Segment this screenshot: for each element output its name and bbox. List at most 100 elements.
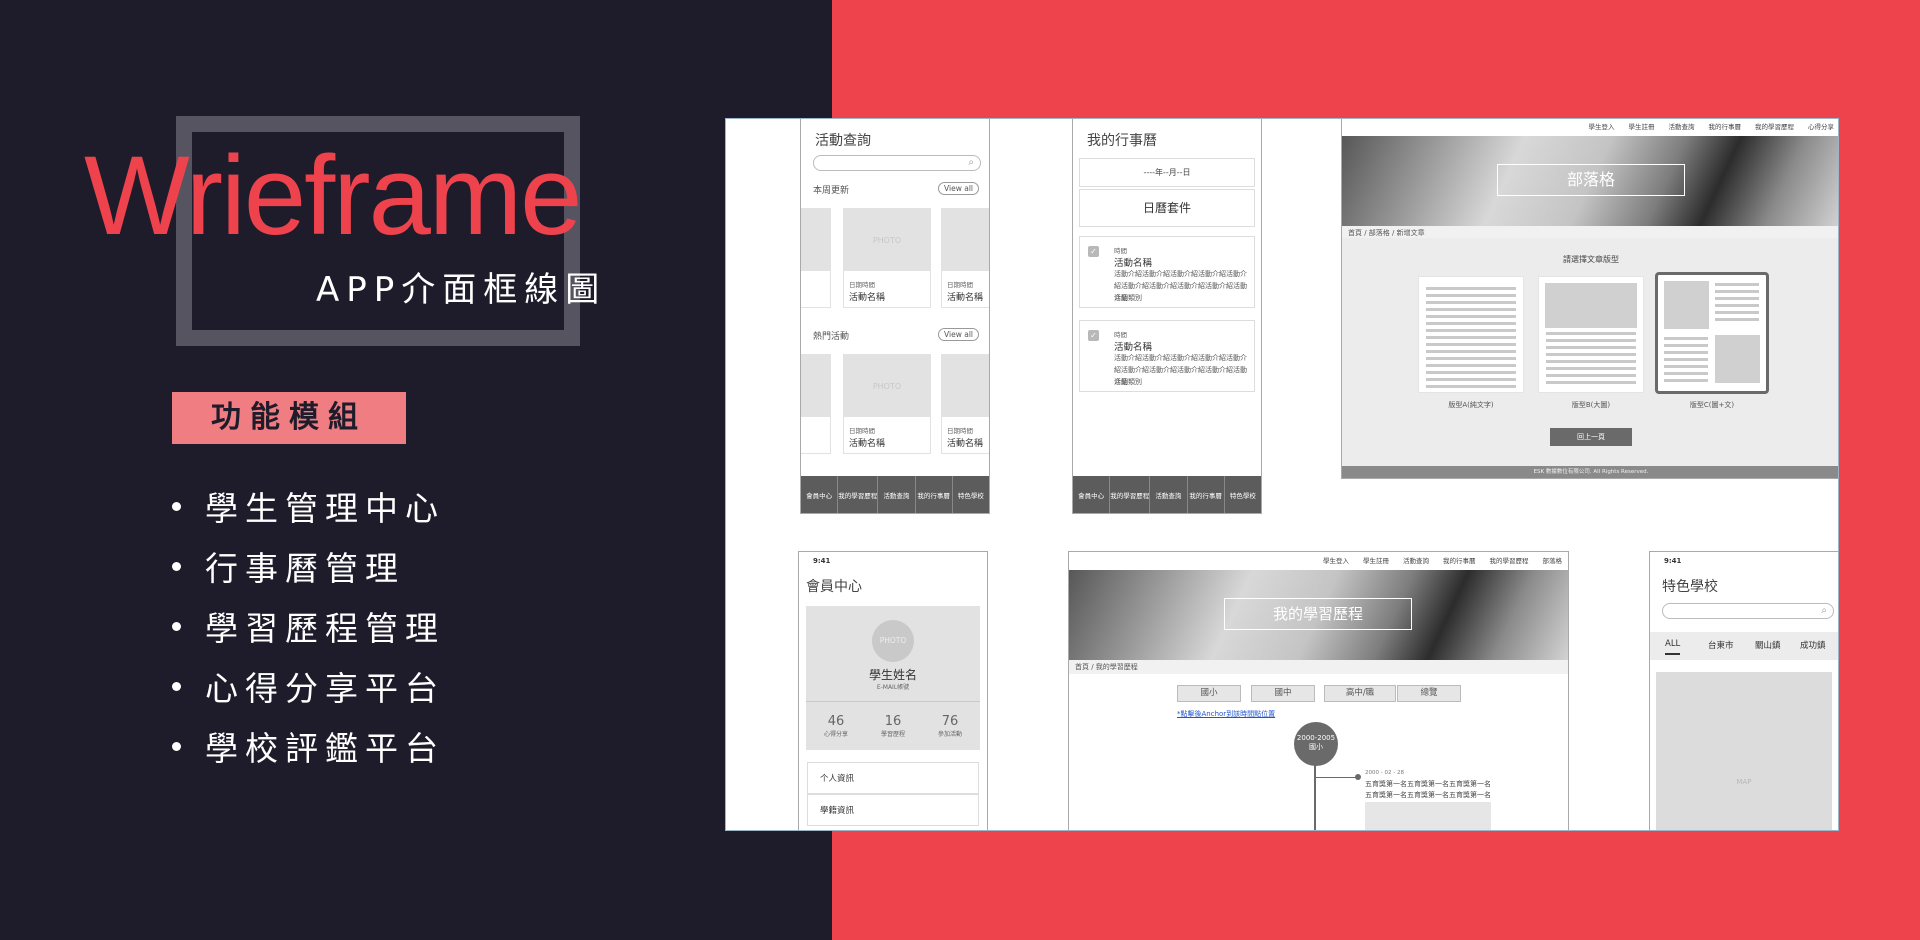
nav-link[interactable]: 我的行事曆 — [1443, 555, 1476, 565]
tab-chenggong[interactable]: 成功鎮 — [1800, 639, 1826, 651]
screen-title: 會員中心 — [806, 579, 862, 595]
event-type: 活動類別 — [1114, 294, 1142, 302]
avatar[interactable]: PHOTO — [872, 620, 914, 662]
bullet-icon — [172, 681, 181, 691]
stat-label: 學習歷程 — [880, 731, 905, 738]
card-name: 活動名稱 — [849, 293, 886, 303]
nav-item[interactable]: 我的行事曆 — [914, 476, 952, 513]
feature-text: 行事曆管理 — [205, 549, 405, 588]
search-icon[interactable]: ⌕ — [968, 157, 974, 168]
nav-link[interactable]: 我的學習歷程 — [1490, 555, 1529, 565]
layout-b-card[interactable] — [1538, 276, 1644, 393]
student-email: E-MAIL帳號 — [876, 684, 910, 691]
nav-item[interactable]: 會員中心 — [801, 476, 837, 513]
feature-item: 心得分享平台 — [172, 656, 445, 716]
stat-label: 參加活動 — [937, 731, 962, 738]
activity-card[interactable] — [801, 354, 831, 454]
feature-item: 學生管理中心 — [172, 476, 445, 536]
nav-link[interactable]: 學生登入 — [1589, 121, 1615, 131]
card-date: 日期時間 — [947, 281, 973, 289]
screen-title: 特色學校 — [1662, 579, 1718, 595]
filter-tag[interactable]: 國中 — [1251, 685, 1315, 702]
anchor-link[interactable]: *點擊後Anchor到該時間點位置 — [1177, 709, 1275, 719]
nav-item[interactable]: 活動查詢 — [1149, 476, 1186, 513]
feature-item: 學校評鑑平台 — [172, 716, 445, 776]
picker-prompt: 請選擇文章版型 — [1563, 255, 1619, 264]
entry-image-placeholder — [1365, 802, 1491, 830]
layout-caption: 版型A(純文字) — [1448, 401, 1494, 409]
node-years: 2000-2005 — [1296, 734, 1336, 742]
nav-item[interactable]: 我的學習歷程 — [837, 476, 877, 513]
search-input[interactable]: ⌕ — [813, 155, 981, 171]
map-placeholder[interactable]: MAP — [1656, 672, 1832, 830]
stat-portfolio[interactable]: 16 學習歷程 — [863, 714, 923, 738]
breadcrumb: 首頁 / 我的學習歷程 — [1069, 660, 1568, 674]
nav-item[interactable]: 活動查詢 — [877, 476, 914, 513]
nav-link[interactable]: 學生註冊 — [1363, 555, 1389, 565]
stat-shares[interactable]: 46 心得分享 — [806, 714, 866, 738]
activity-card[interactable]: 日期時間 活動名稱 — [941, 208, 989, 308]
feature-text: 學習歷程管理 — [205, 609, 445, 648]
nav-link[interactable]: 學生登入 — [1323, 555, 1349, 565]
screen-title: 我的行事曆 — [1087, 133, 1157, 149]
tab-all[interactable]: ALL — [1665, 639, 1681, 655]
entry-date: 2000 - 02 - 28 — [1365, 770, 1404, 776]
section-title: 熱門活動 — [813, 332, 850, 342]
member-screen: 9:41 會員中心 PHOTO 學生姓名 E-MAIL帳號 46 心得分享 16 學… — [798, 551, 988, 830]
stat-activities[interactable]: 76 參加活動 — [920, 714, 980, 738]
filter-tag[interactable]: 總覽 — [1397, 685, 1461, 702]
view-all-link[interactable]: View all — [938, 182, 979, 195]
filter-tag[interactable]: 國小 — [1177, 685, 1241, 702]
wireframe-canvas: 活動查詢 ⌕ 本周更新 View all PHOTO 日期時間 活動名稱 日期時間活… — [725, 118, 1839, 831]
nav-link[interactable]: 活動查詢 — [1669, 121, 1695, 131]
layout-caption: 版型C(圖+文) — [1689, 401, 1735, 409]
view-all-link[interactable]: View all — [938, 328, 979, 341]
feature-text: 學生管理中心 — [205, 489, 445, 528]
activity-card[interactable] — [801, 208, 831, 308]
menu-personal-info[interactable]: 个人資訊 — [807, 762, 979, 794]
bullet-icon — [172, 741, 181, 751]
stat-value: 76 — [941, 714, 959, 729]
layout-a-card[interactable] — [1418, 276, 1524, 393]
check-icon[interactable]: ✓ — [1088, 246, 1099, 257]
stat-value: 46 — [827, 714, 845, 729]
back-button[interactable]: 回上一頁 — [1550, 428, 1632, 446]
nav-link[interactable]: 部落格 — [1543, 555, 1563, 565]
feature-list: 學生管理中心 行事曆管理 學習歷程管理 心得分享平台 學校評鑑平台 — [172, 476, 445, 776]
tab-guanshan[interactable]: 關山鎮 — [1755, 639, 1781, 651]
filter-tag[interactable]: 高中/職 — [1324, 685, 1396, 702]
bottom-nav: 會員中心 我的學習歷程 活動查詢 我的行事曆 特色學校 — [801, 476, 989, 513]
card-name: 活動名稱 — [947, 439, 984, 449]
node-stage: 國小 — [1309, 743, 1323, 751]
nav-link[interactable]: 心得分享 — [1808, 121, 1834, 131]
nav-link[interactable]: 活動查詢 — [1403, 555, 1429, 565]
tab-taitung[interactable]: 台東市 — [1708, 639, 1734, 651]
timeline-dot — [1355, 774, 1361, 780]
nav-link[interactable]: 我的學習歷程 — [1755, 121, 1794, 131]
event-card[interactable]: ✓ 時間 活動名稱 活動介紹活動介紹活動介紹活動介紹活動介紹活動介紹活動介紹活動… — [1079, 236, 1255, 308]
card-name: 活動名稱 — [947, 293, 984, 303]
nav-item[interactable]: 會員中心 — [1073, 476, 1109, 513]
event-time: 時間 — [1114, 331, 1127, 339]
activity-card[interactable]: PHOTO 日期時間 活動名稱 — [843, 354, 931, 454]
nav-item[interactable]: 我的行事曆 — [1186, 476, 1224, 513]
timeline-node[interactable]: 2000-2005 國小 — [1294, 722, 1338, 766]
hero-title: 部落格 — [1497, 164, 1685, 196]
activity-card[interactable]: PHOTO 日期時間 活動名稱 — [843, 208, 931, 308]
main-title: Wrieframe — [84, 133, 582, 258]
event-card[interactable]: ✓ 時間 活動名稱 活動介紹活動介紹活動介紹活動介紹活動介紹活動介紹活動介紹活動… — [1079, 320, 1255, 392]
nav-item[interactable]: 特色學校 — [1223, 476, 1261, 513]
nav-item[interactable]: 特色學校 — [951, 476, 989, 513]
menu-school-info[interactable]: 學籍資訊 — [807, 794, 979, 826]
nav-link[interactable]: 學生註冊 — [1629, 121, 1655, 131]
search-input[interactable]: ⌕ — [1662, 603, 1834, 619]
feature-item: 行事曆管理 — [172, 536, 445, 596]
layout-c-card[interactable] — [1655, 272, 1769, 394]
date-select[interactable]: ----年--月--日 — [1079, 158, 1255, 187]
activity-card[interactable]: 日期時間 活動名稱 — [941, 354, 989, 454]
nav-link[interactable]: 我的行事曆 — [1709, 121, 1742, 131]
nav-item[interactable]: 我的學習歷程 — [1109, 476, 1149, 513]
check-icon[interactable]: ✓ — [1088, 330, 1099, 341]
calendar-widget[interactable]: 日曆套件 — [1079, 189, 1255, 227]
search-icon[interactable]: ⌕ — [1821, 605, 1827, 616]
